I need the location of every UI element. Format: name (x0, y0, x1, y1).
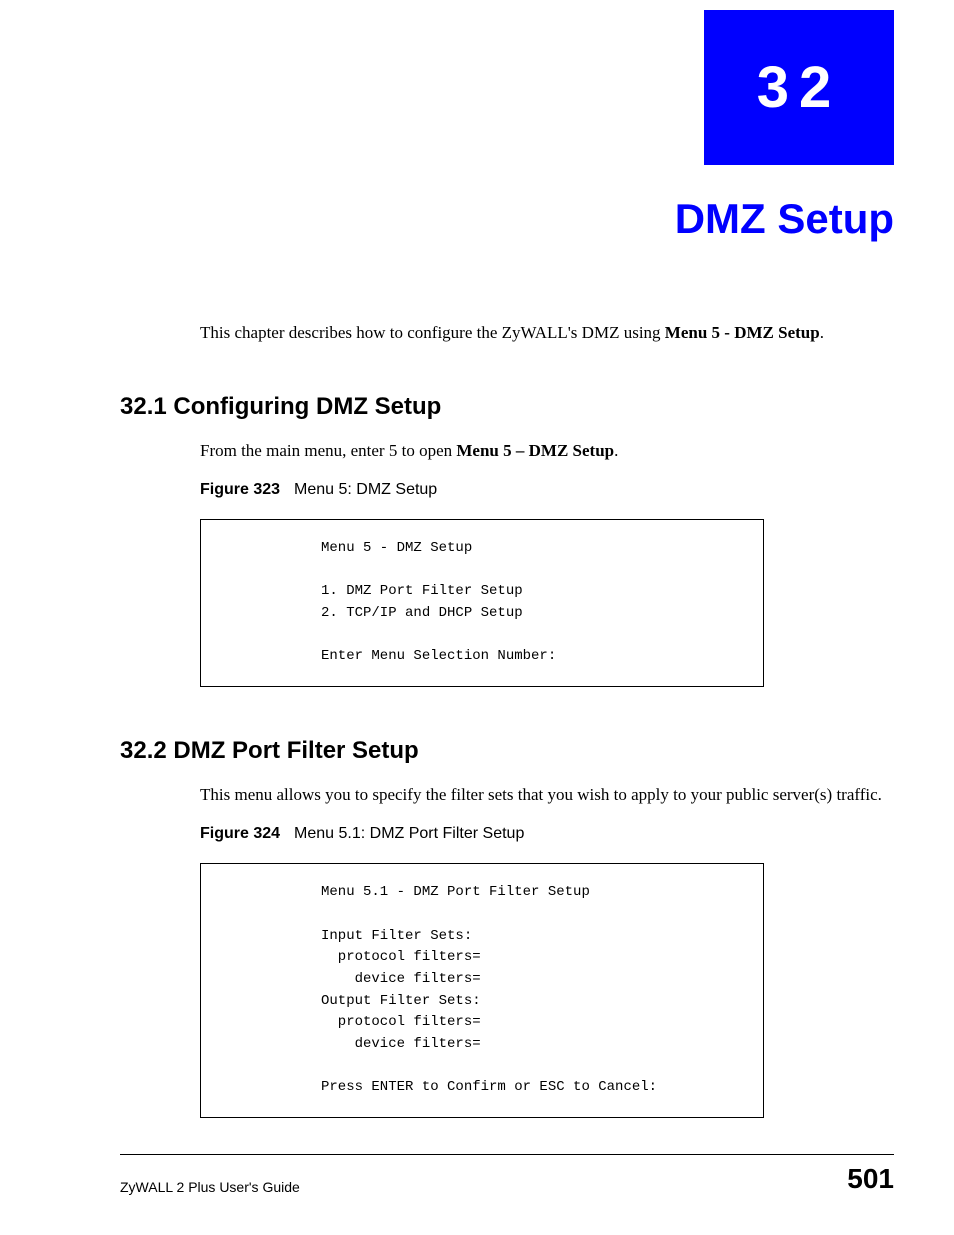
figure-324-caption: Figure 324 Menu 5.1: DMZ Port Filter Setu… (200, 825, 894, 843)
intro-text-after: . (820, 323, 824, 342)
chapter-number-badge: 32 (704, 10, 894, 165)
footer-guide-title: ZyWALL 2 Plus User's Guide (120, 1179, 300, 1195)
intro-text-before: This chapter describes how to configure … (200, 323, 665, 342)
figure-324-code: Menu 5.1 - DMZ Port Filter Setup Input F… (200, 863, 764, 1118)
footer-page-number: 501 (847, 1163, 894, 1195)
section2-para: This menu allows you to specify the filt… (200, 785, 894, 805)
section-heading-32-2: 32.2 DMZ Port Filter Setup (120, 737, 894, 765)
section1-para-after: . (614, 441, 618, 460)
section1-para: From the main menu, enter 5 to open Menu… (200, 441, 894, 461)
page-footer: ZyWALL 2 Plus User's Guide 501 (120, 1154, 894, 1195)
section-heading-32-1: 32.1 Configuring DMZ Setup (120, 393, 894, 421)
intro-bold: Menu 5 - DMZ Setup (665, 323, 820, 342)
chapter-intro: This chapter describes how to configure … (200, 323, 894, 343)
figure-323-caption: Figure 323 Menu 5: DMZ Setup (200, 481, 894, 499)
figure-323-code: Menu 5 - DMZ Setup 1. DMZ Port Filter Se… (200, 519, 764, 687)
section1-para-before: From the main menu, enter 5 to open (200, 441, 456, 460)
figure-324-title: Menu 5.1: DMZ Port Filter Setup (294, 825, 524, 842)
figure-324-num: Figure 324 (200, 825, 280, 842)
chapter-number: 32 (757, 54, 842, 121)
figure-323-title: Menu 5: DMZ Setup (294, 481, 437, 498)
chapter-title: DMZ Setup (120, 195, 894, 243)
section1-para-bold: Menu 5 – DMZ Setup (456, 441, 614, 460)
figure-323-num: Figure 323 (200, 481, 280, 498)
